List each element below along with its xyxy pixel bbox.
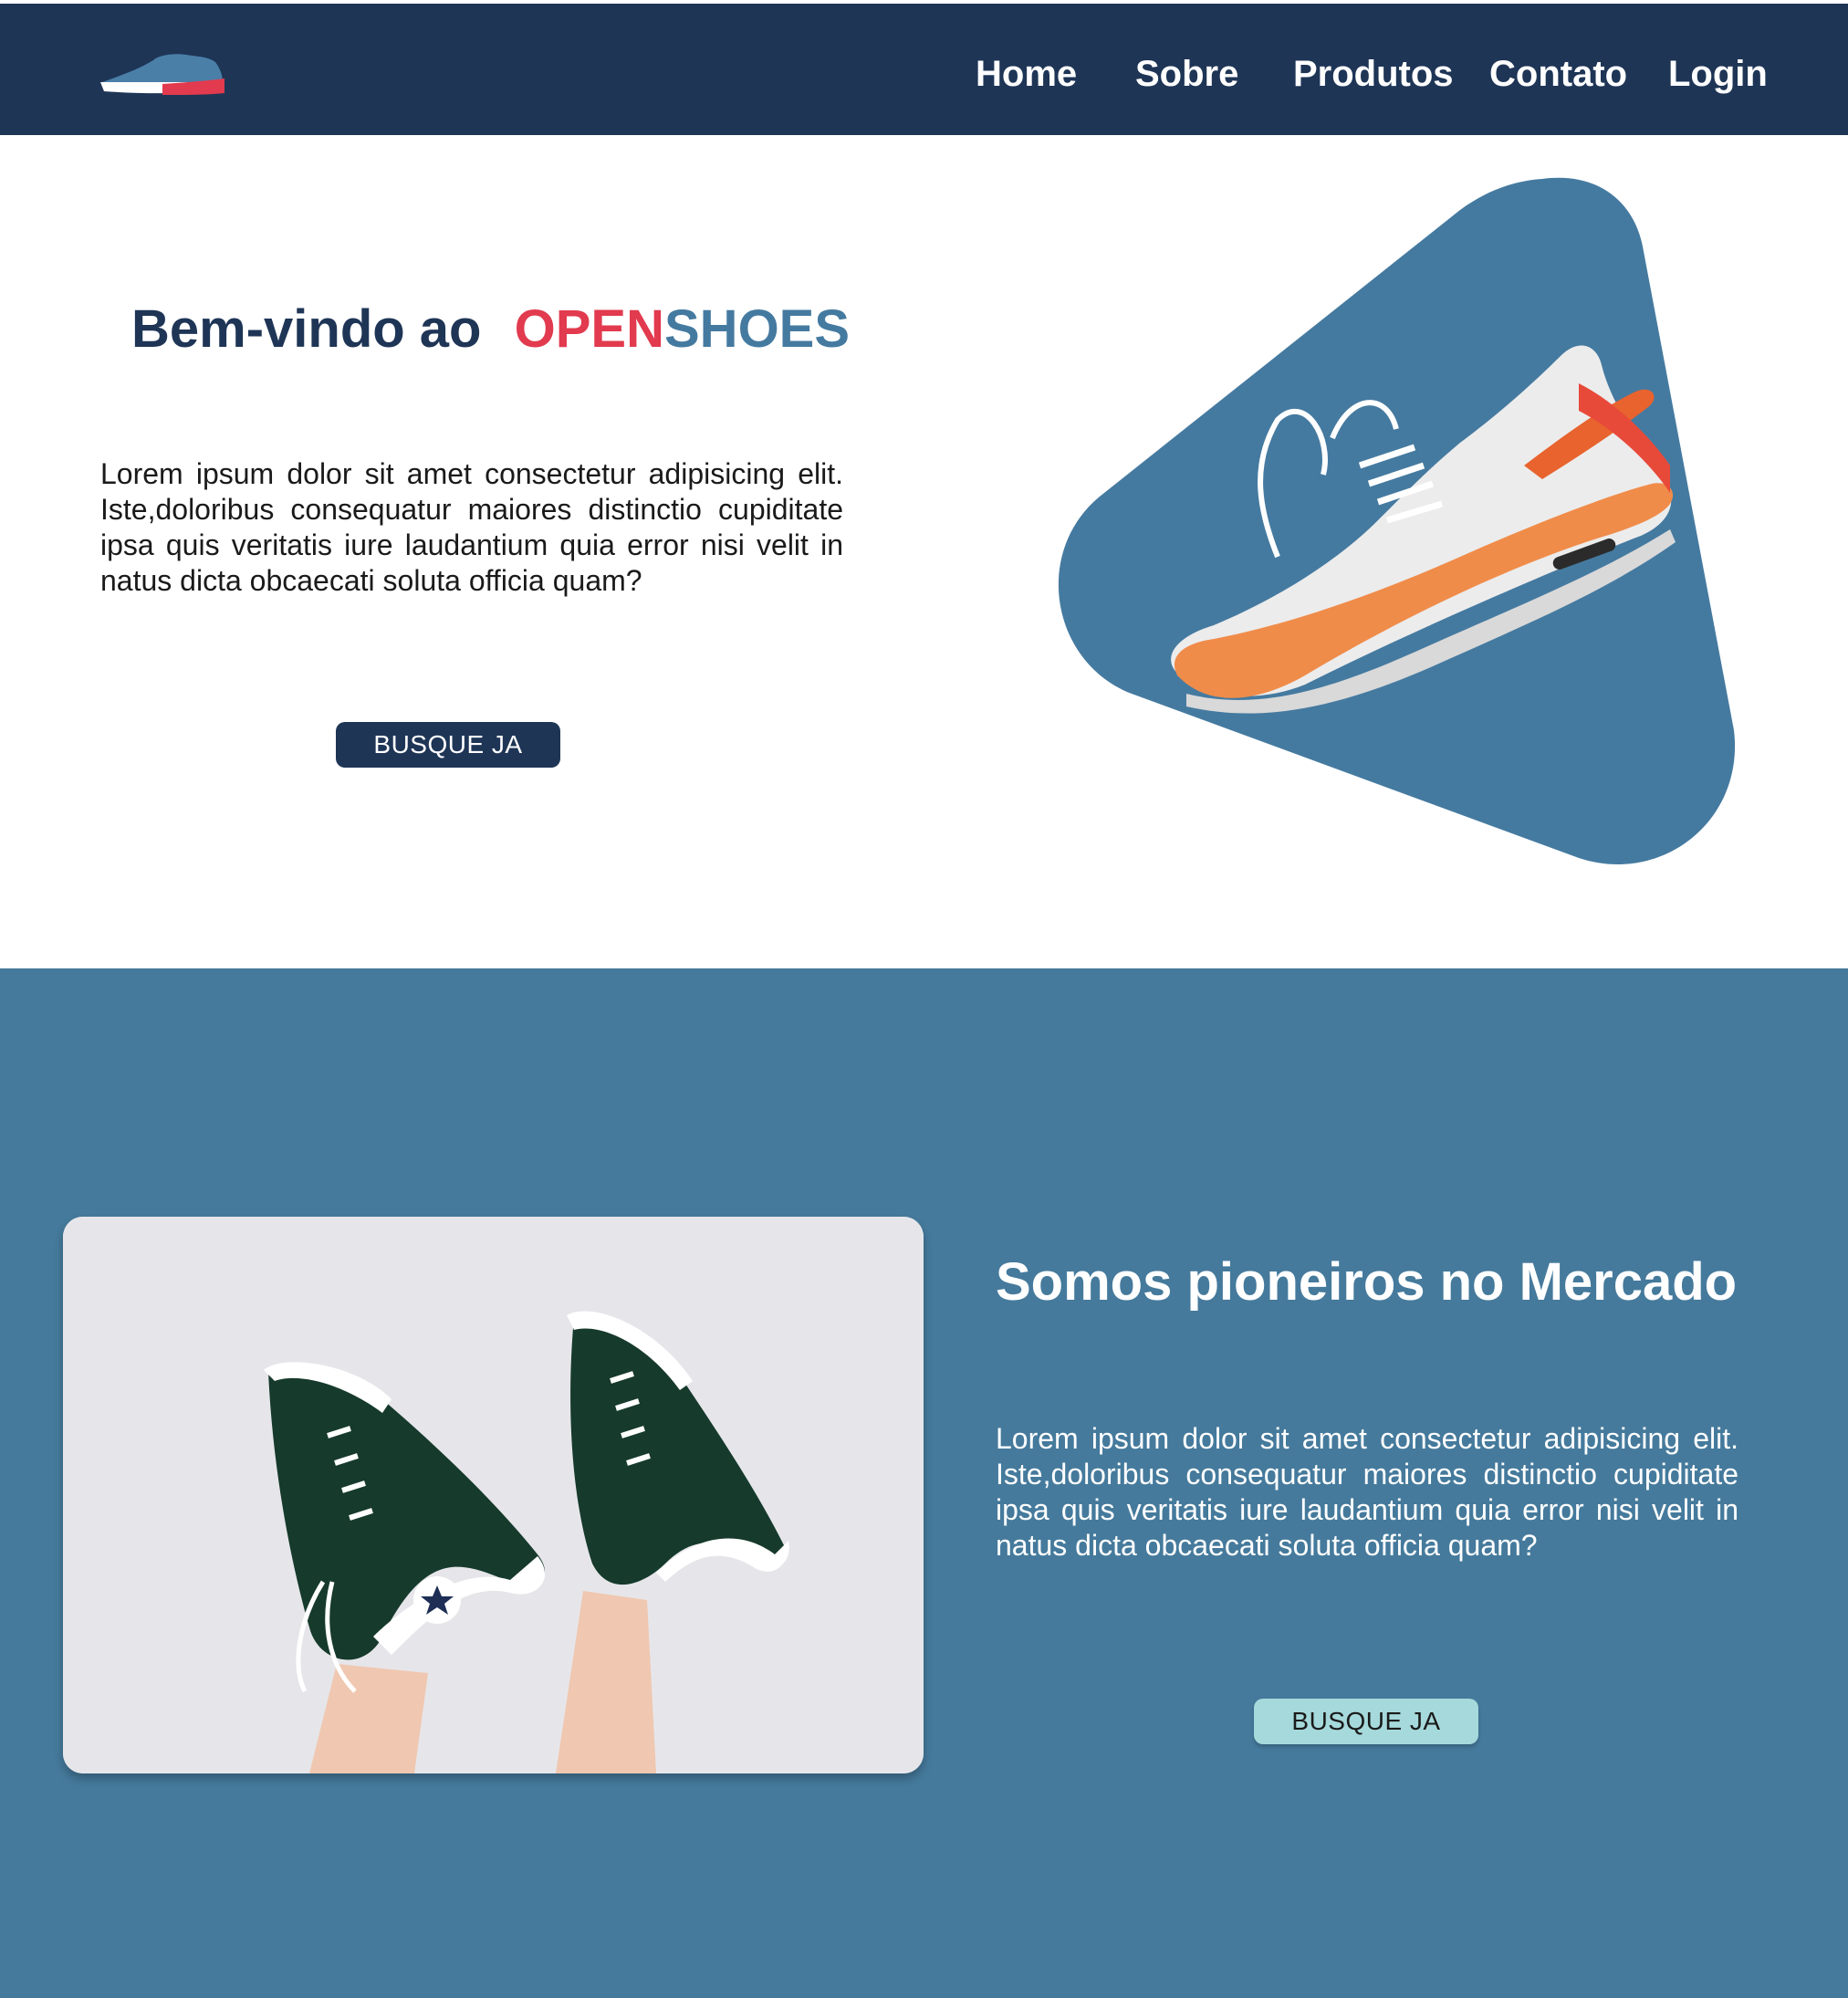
about-busque-button[interactable]: BUSQUE JA xyxy=(1254,1699,1478,1744)
converse-illustration xyxy=(63,1217,924,1773)
nav-sobre[interactable]: Sobre xyxy=(1135,51,1238,97)
navbar: Home Sobre Produtos Contato Login xyxy=(0,4,1848,135)
nav-login[interactable]: Login xyxy=(1668,51,1768,97)
hero-title: Bem-vindo ao OPENSHOES xyxy=(131,298,850,361)
shoe-logo-icon[interactable] xyxy=(99,49,226,102)
about-title: Somos pioneiros no Mercado xyxy=(996,1252,1738,1312)
nav-home[interactable]: Home xyxy=(976,51,1077,97)
brand-shoes: SHOES xyxy=(664,299,851,359)
hero-sneaker-image xyxy=(1058,177,1736,865)
nav-contato[interactable]: Contato xyxy=(1489,51,1627,97)
nav-produtos[interactable]: Produtos xyxy=(1293,51,1454,97)
about-paragraph: Lorem ipsum dolor sit amet consectetur a… xyxy=(996,1422,1738,1562)
hero-busque-button[interactable]: BUSQUE JA xyxy=(336,722,560,768)
hero-paragraph: Lorem ipsum dolor sit amet consectetur a… xyxy=(100,457,843,597)
hero-title-prefix: Bem-vindo ao xyxy=(131,299,482,359)
converse-photo xyxy=(63,1217,924,1773)
brand-open: OPEN xyxy=(514,299,664,359)
